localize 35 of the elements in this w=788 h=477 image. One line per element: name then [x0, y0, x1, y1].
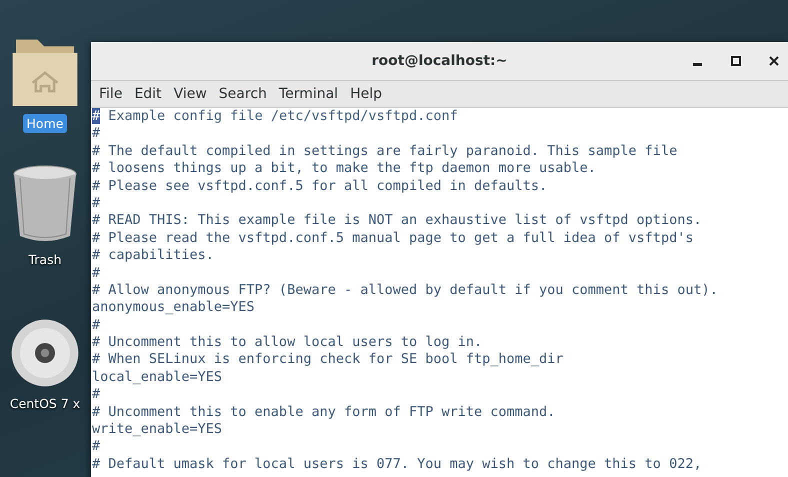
menu-item[interactable]: Search	[212, 86, 273, 102]
trash-can-icon[interactable]	[12, 164, 78, 244]
terminal-line: # READ THIS: This example file is NOT an exhaustive list of vsftpd options.	[92, 212, 703, 230]
disc-icon[interactable]	[10, 318, 80, 388]
menu-item[interactable]: View	[168, 86, 213, 102]
terminal-line: local_enable=YES	[92, 368, 224, 386]
terminal-line: write_enable=YES	[92, 421, 224, 438]
terminal-line: #	[92, 316, 102, 334]
menu-item[interactable]: Terminal	[272, 86, 344, 102]
window-title: root@localhost:~	[372, 53, 508, 69]
menu-item[interactable]: Help	[344, 86, 388, 102]
terminal-line: #	[92, 386, 102, 404]
terminal-line: # capabilities.	[92, 247, 215, 265]
terminal-line: #	[92, 194, 102, 212]
terminal-line: # Uncomment this to allow local users to log in.	[92, 334, 484, 352]
terminal-line: # Uncomment this to enable any form of FTP write command.	[92, 404, 556, 422]
desktop-icon-label[interactable]: Trash	[24, 250, 66, 269]
terminal-line: # Default umask for local users is 077. You may wish to change this to 022,	[92, 456, 703, 474]
terminal-line: #	[92, 264, 102, 282]
desktop-icon-label[interactable]: CentOS 7 x	[6, 394, 84, 413]
text-cursor: #	[92, 108, 100, 124]
terminal-line: # Allow anonymous FTP? (Beware - allowed by default if you comment this out).	[92, 282, 719, 300]
terminal-line: # loosens things up a bit, to make the ftp daemon more usable.	[92, 160, 597, 178]
terminal-line: # Please read the vsftpd.conf.5 manual page to get a full idea of vsftpd's	[92, 230, 694, 248]
terminal-line: anonymous_enable=YES	[92, 299, 256, 317]
close-icon[interactable]	[768, 55, 780, 67]
menu-item[interactable]: Edit	[128, 86, 168, 102]
maximize-icon[interactable]	[730, 55, 742, 67]
terminal-line: # Please see vsftpd.conf.5 for all compiled in defaults.	[92, 178, 548, 195]
terminal-line: #	[92, 438, 102, 456]
terminal-line: # When SELinux is enforcing check for SE bool ftp_home_dir	[92, 351, 564, 369]
terminal-line: #	[92, 125, 102, 143]
terminal-line: # The default compiled in settings are fairly paranoid. This sample file	[92, 142, 678, 160]
menu-item[interactable]: File	[93, 86, 128, 102]
terminal-line: Example config file /etc/vsftpd/vsftpd.conf	[107, 108, 458, 124]
